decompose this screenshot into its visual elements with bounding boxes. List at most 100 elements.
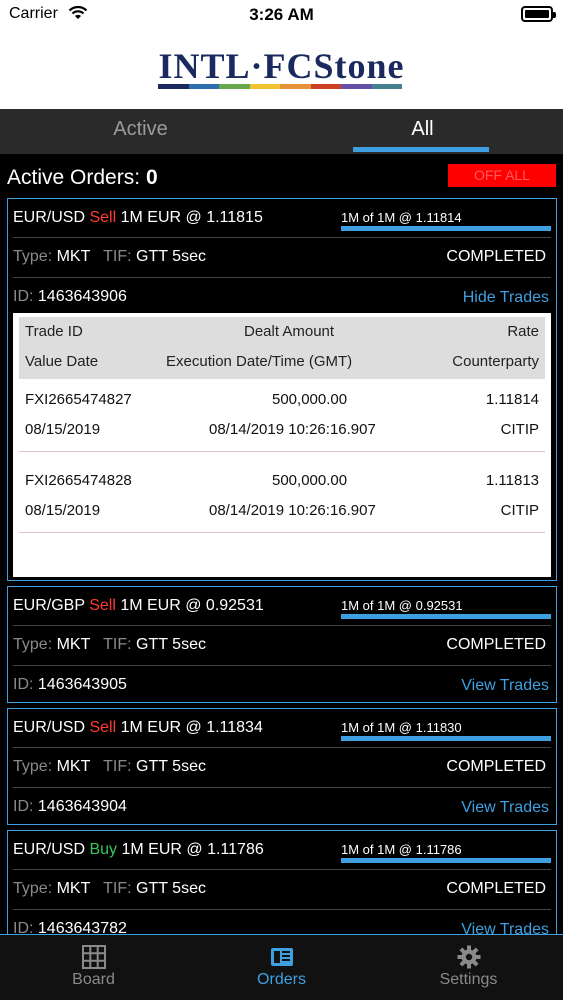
trade-rate: 1.11814 bbox=[485, 391, 539, 408]
book-icon bbox=[270, 948, 293, 966]
tif-label: TIF: bbox=[103, 636, 132, 653]
currency-pair: EUR/USD bbox=[13, 209, 86, 226]
order-side: Sell bbox=[89, 597, 116, 614]
currency-pair: EUR/USD bbox=[13, 719, 86, 736]
divider bbox=[13, 747, 551, 748]
order-tif: GTT 5sec bbox=[136, 636, 206, 653]
order-tif: GTT 5sec bbox=[136, 758, 206, 775]
dealt-amount: 500,000.00 bbox=[272, 391, 348, 408]
order-type-row: Type: MKT TIF: GTT 5sec COMPLETED bbox=[13, 636, 551, 654]
order-side: Sell bbox=[89, 719, 117, 736]
order-summary: EUR/USD Sell 1M EUR @ 1.11834 bbox=[13, 719, 551, 737]
tab-orders[interactable]: Orders bbox=[188, 935, 375, 1000]
gear-icon bbox=[457, 945, 480, 969]
divider bbox=[19, 451, 545, 452]
order-tif: GTT 5sec bbox=[136, 880, 206, 897]
order-type-row: Type: MKT TIF: GTT 5sec COMPLETED bbox=[13, 880, 551, 898]
tab-active[interactable]: Active bbox=[0, 109, 281, 154]
divider bbox=[13, 787, 551, 788]
id-label: ID: bbox=[13, 288, 34, 305]
order-type: MKT bbox=[56, 248, 91, 265]
active-orders-count: 0 bbox=[146, 166, 158, 189]
tab-settings-label: Settings bbox=[439, 971, 498, 988]
order-details: 1M EUR @ 0.92531 bbox=[120, 597, 264, 614]
order-tif: GTT 5sec bbox=[136, 248, 206, 265]
fill-info: 1M of 1M @ 0.92531 bbox=[341, 598, 463, 613]
order-id-row: ID: 1463643904 View Trades bbox=[13, 798, 551, 816]
fill-info: 1M of 1M @ 1.11830 bbox=[341, 720, 462, 735]
id-label: ID: bbox=[13, 676, 34, 693]
order-card[interactable]: EUR/USD Sell 1M EUR @ 1.11834 1M of 1M @… bbox=[7, 708, 557, 825]
order-details: 1M EUR @ 1.11786 bbox=[121, 841, 264, 858]
tab-board-label: Board bbox=[72, 971, 115, 988]
app-header: INTL·FCStone bbox=[0, 28, 563, 109]
trade-rate: 1.11813 bbox=[485, 472, 539, 489]
tif-label: TIF: bbox=[103, 248, 132, 265]
fill-progress-bar bbox=[341, 858, 551, 863]
type-label: Type: bbox=[13, 880, 53, 897]
fill-progress-bar bbox=[341, 226, 551, 231]
value-date: 08/15/2019 bbox=[25, 502, 101, 519]
order-type: MKT bbox=[56, 636, 91, 653]
col-exec-time: Execution Date/Time (GMT) bbox=[166, 353, 353, 370]
id-label: ID: bbox=[13, 798, 34, 815]
trade-id: FXI2665474827 bbox=[25, 391, 132, 408]
col-counterparty: Counterparty bbox=[452, 353, 539, 370]
order-card[interactable]: EUR/USD Sell 1M EUR @ 1.11815 1M of 1M @… bbox=[7, 198, 557, 581]
order-card[interactable]: EUR/USD Buy 1M EUR @ 1.11786 1M of 1M @ … bbox=[7, 830, 557, 947]
counterparty: CITIP bbox=[500, 502, 539, 519]
divider bbox=[13, 869, 551, 870]
fill-info: 1M of 1M @ 1.11814 bbox=[341, 210, 462, 225]
type-label: Type: bbox=[13, 248, 53, 265]
divider bbox=[19, 532, 545, 533]
brand-logo: INTL·FCStone bbox=[158, 46, 405, 86]
hide-trades-link[interactable]: Hide Trades bbox=[463, 289, 549, 307]
type-label: Type: bbox=[13, 758, 53, 775]
fill-progress-bar bbox=[341, 614, 551, 619]
tab-settings[interactable]: Settings bbox=[375, 935, 562, 1000]
order-status: COMPLETED bbox=[446, 880, 546, 897]
order-id: 1463643906 bbox=[37, 288, 127, 305]
fill-info: 1M of 1M @ 1.11786 bbox=[341, 842, 462, 857]
col-dealt-amount: Dealt Amount bbox=[244, 323, 335, 340]
type-label: Type: bbox=[13, 636, 53, 653]
value-date: 08/15/2019 bbox=[25, 421, 101, 438]
off-all-button[interactable]: OFF ALL bbox=[448, 164, 556, 187]
order-side: Sell bbox=[89, 209, 117, 226]
order-status: COMPLETED bbox=[446, 758, 546, 775]
logo-color-stripe bbox=[158, 84, 402, 89]
trades-table-header: Trade ID Dealt Amount Rate Value Date Ex… bbox=[19, 317, 545, 379]
trades-table: Trade ID Dealt Amount Rate Value Date Ex… bbox=[13, 313, 551, 577]
tif-label: TIF: bbox=[103, 880, 132, 897]
battery-icon bbox=[521, 6, 556, 22]
order-id: 1463643904 bbox=[37, 798, 127, 815]
order-card[interactable]: EUR/GBP Sell 1M EUR @ 0.92531 1M of 1M @… bbox=[7, 586, 557, 703]
order-type: MKT bbox=[56, 880, 91, 897]
execution-time: 08/14/2019 10:26:16.907 bbox=[209, 502, 376, 519]
tab-orders-label: Orders bbox=[257, 971, 306, 988]
divider bbox=[13, 237, 551, 238]
trade-id: FXI2665474828 bbox=[25, 472, 132, 489]
order-status: COMPLETED bbox=[446, 248, 546, 265]
order-side: Buy bbox=[89, 841, 118, 858]
order-details: 1M EUR @ 1.11815 bbox=[120, 209, 263, 226]
divider bbox=[13, 665, 551, 666]
order-summary: EUR/USD Sell 1M EUR @ 1.11815 bbox=[13, 209, 551, 227]
active-orders-summary: Active Orders: 0 bbox=[7, 166, 158, 190]
execution-time: 08/14/2019 10:26:16.907 bbox=[209, 421, 376, 438]
col-trade-id: Trade ID bbox=[25, 323, 83, 340]
order-summary: EUR/GBP Sell 1M EUR @ 0.92531 bbox=[13, 597, 551, 615]
order-type-row: Type: MKT TIF: GTT 5sec COMPLETED bbox=[13, 758, 551, 776]
order-type-row: Type: MKT TIF: GTT 5sec COMPLETED bbox=[13, 248, 551, 266]
view-trades-link[interactable]: View Trades bbox=[461, 799, 549, 817]
tab-board[interactable]: Board bbox=[0, 935, 187, 1000]
order-type: MKT bbox=[56, 758, 91, 775]
divider bbox=[13, 909, 551, 910]
grid-icon bbox=[81, 945, 106, 969]
order-summary: EUR/USD Buy 1M EUR @ 1.11786 bbox=[13, 841, 551, 859]
dealt-amount: 500,000.00 bbox=[272, 472, 348, 489]
fill-progress-bar bbox=[341, 736, 551, 741]
order-details: 1M EUR @ 1.11834 bbox=[120, 719, 263, 736]
order-id: 1463643905 bbox=[37, 676, 127, 693]
view-trades-link[interactable]: View Trades bbox=[461, 677, 549, 695]
